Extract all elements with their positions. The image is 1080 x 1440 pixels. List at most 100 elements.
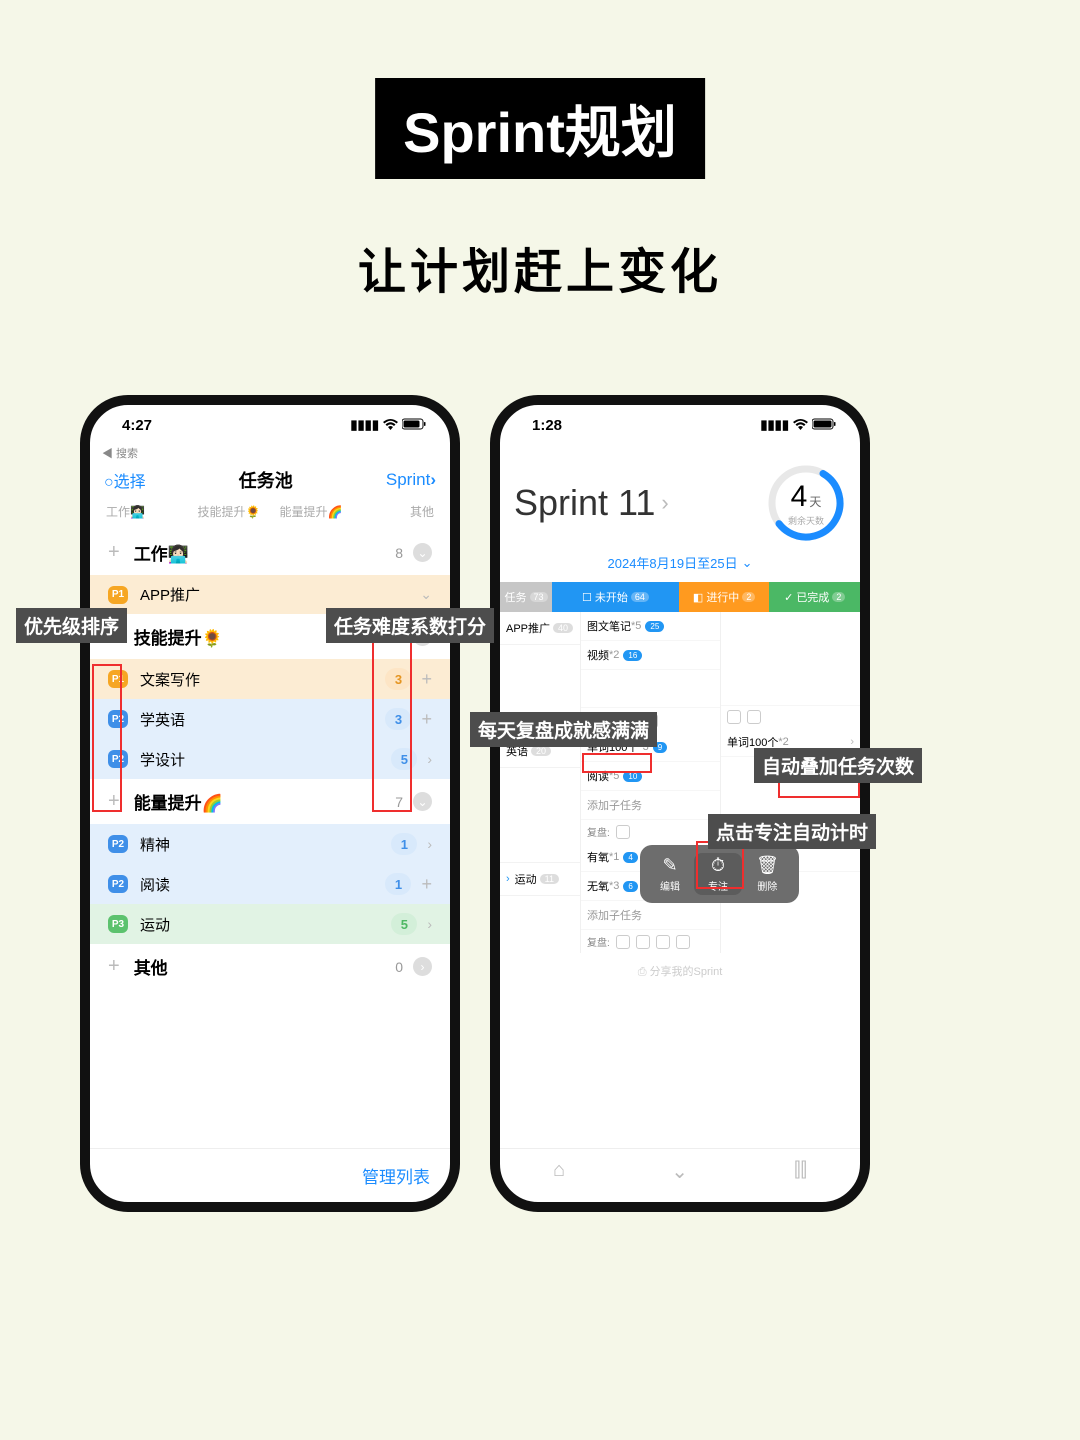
- status-in-progress[interactable]: ◧进行中2: [679, 582, 770, 612]
- statusbar: 1:28 ▮▮▮▮: [500, 405, 860, 445]
- chevron-right-icon: ›: [850, 736, 854, 748]
- edit-button[interactable]: ✎ 编辑: [646, 853, 694, 895]
- category-sport[interactable]: › 运动11: [500, 863, 580, 896]
- status-tasks[interactable]: 任务 73: [500, 582, 552, 612]
- chevron-down-icon[interactable]: ⌄: [420, 586, 432, 603]
- phone-right: 1:28 ▮▮▮▮ Sprint 11 › 4天 剩余天数 2024年8月19日…: [490, 395, 870, 1212]
- plus-icon[interactable]: +: [421, 709, 432, 730]
- highlight-box: [582, 753, 652, 773]
- footer-manage-lists[interactable]: 管理列表: [90, 1148, 450, 1202]
- remaining-days-ring: 4天 剩余天数: [766, 463, 846, 543]
- add-subtask[interactable]: 添加子任务: [581, 791, 720, 820]
- checkbox[interactable]: [747, 710, 761, 724]
- category-app[interactable]: APP推广40: [500, 612, 580, 645]
- section-work[interactable]: + 工作👩🏻‍💻 8 ⌄: [90, 530, 450, 575]
- checkbox[interactable]: [656, 935, 670, 949]
- plus-icon[interactable]: +: [108, 541, 120, 564]
- status-time: 1:28: [532, 417, 562, 434]
- status-not-started[interactable]: ☐未开始64: [552, 582, 679, 612]
- annotation-auto-count: 自动叠加任务次数: [754, 748, 922, 783]
- checkbox[interactable]: [616, 935, 630, 949]
- delete-button[interactable]: 🗑 删除: [742, 853, 793, 895]
- chevron-down-icon: ⌄: [742, 555, 753, 571]
- chevron-right-icon[interactable]: ›: [413, 957, 432, 976]
- plus-icon[interactable]: +: [421, 874, 432, 895]
- square-icon: ☐: [582, 591, 592, 604]
- ring-number: 4: [791, 480, 808, 513]
- annotation-difficulty: 任务难度系数打分: [326, 608, 494, 643]
- plus-icon[interactable]: +: [421, 669, 432, 690]
- checkbox[interactable]: [616, 825, 630, 839]
- section-count: 0: [395, 959, 403, 975]
- signal-icon: ▮▮▮▮: [350, 417, 379, 433]
- review-row[interactable]: 复盘:: [581, 820, 720, 843]
- task-row[interactable]: P3 运动 5 ›: [90, 904, 450, 944]
- edit-icon: ✎: [662, 855, 677, 876]
- sprint-title[interactable]: Sprint 11: [514, 482, 655, 524]
- highlight-box: [92, 664, 122, 812]
- tab-energy[interactable]: 能量提升🌈: [270, 503, 352, 520]
- task-label: 运动: [140, 914, 170, 935]
- chevron-down-icon[interactable]: ⌄: [413, 792, 432, 811]
- chevron-right-icon[interactable]: ›: [427, 916, 432, 932]
- tab-other[interactable]: 其他: [352, 503, 434, 520]
- section-label: 技能提升🌻: [134, 624, 223, 649]
- chevron-right-icon[interactable]: ›: [661, 490, 668, 516]
- select-button[interactable]: ○选择: [104, 468, 146, 492]
- checkbox[interactable]: [676, 935, 690, 949]
- status-icons: ▮▮▮▮: [350, 417, 426, 433]
- points-badge: 5: [391, 913, 417, 935]
- date-range[interactable]: 2024年8月19日至25日 ⌄: [500, 549, 860, 582]
- chevron-down-icon[interactable]: ⌄: [413, 543, 432, 562]
- inbox-icon[interactable]: ⌂: [553, 1159, 565, 1184]
- share-sprint[interactable]: ⎙ 分享我的Sprint: [500, 953, 860, 989]
- subtask-row[interactable]: 图文笔记*525: [581, 612, 720, 641]
- task-row[interactable]: P2 阅读 1 +: [90, 864, 450, 904]
- task-label: 阅读: [140, 874, 170, 895]
- annotation-priority: 优先级排序: [16, 608, 127, 643]
- page-title: Sprint规划: [375, 78, 705, 179]
- header-title: 任务池: [239, 467, 293, 493]
- chart-icon[interactable]: ⫿⫿: [794, 1159, 807, 1184]
- ring-unit: 天: [809, 495, 821, 509]
- ring-sublabel: 剩余天数: [788, 514, 824, 527]
- status-time: 4:27: [122, 417, 152, 434]
- highlight-box: [372, 638, 412, 812]
- section-other[interactable]: + 其他 0 ›: [90, 944, 450, 989]
- chevron-down-icon[interactable]: ⌄: [671, 1159, 688, 1184]
- annotation-auto-timer: 点击专注自动计时: [708, 814, 876, 849]
- status-done[interactable]: ✓已完成2: [769, 582, 860, 612]
- tab-skills[interactable]: 技能提升🌻: [188, 503, 270, 520]
- chevron-right-icon: ›: [506, 873, 510, 885]
- annotation-review: 每天复盘成就感满满: [470, 712, 657, 747]
- priority-badge: P2: [108, 875, 128, 893]
- wifi-icon: [793, 418, 808, 433]
- statusbar: 4:27 ▮▮▮▮: [90, 405, 450, 445]
- page-subtitle: 让计划赶上变化: [0, 232, 1080, 302]
- signal-icon: ▮▮▮▮: [760, 417, 789, 433]
- plus-icon[interactable]: +: [108, 955, 120, 978]
- tab-work[interactable]: 工作👩🏻‍💻: [106, 503, 188, 520]
- points-badge: 1: [385, 873, 411, 895]
- task-label: 精神: [140, 834, 170, 855]
- task-row[interactable]: P2 精神 1 ›: [90, 824, 450, 864]
- chevron-right-icon[interactable]: ›: [427, 836, 432, 852]
- points-badge: 1: [391, 833, 417, 855]
- subtask-row[interactable]: 视频*216: [581, 641, 720, 670]
- section-label: 能量提升🌈: [134, 789, 223, 814]
- checkbox[interactable]: [727, 710, 741, 724]
- trash-icon: 🗑: [756, 855, 779, 876]
- add-subtask[interactable]: 添加子任务: [581, 901, 720, 930]
- chevron-right-icon: ›: [430, 470, 436, 489]
- priority-badge: P2: [108, 835, 128, 853]
- breadcrumb-back[interactable]: ◀ 搜索: [90, 445, 450, 461]
- review-row[interactable]: 复盘:: [581, 930, 720, 953]
- section-label: 其他: [134, 954, 168, 979]
- battery-icon: [812, 418, 836, 433]
- checkbox[interactable]: [636, 935, 650, 949]
- sprint-button[interactable]: Sprint›: [386, 470, 436, 490]
- chevron-right-icon[interactable]: ›: [427, 751, 432, 767]
- task-label: APP推广: [140, 584, 200, 605]
- battery-icon: [402, 418, 426, 433]
- priority-badge: P3: [108, 915, 128, 933]
